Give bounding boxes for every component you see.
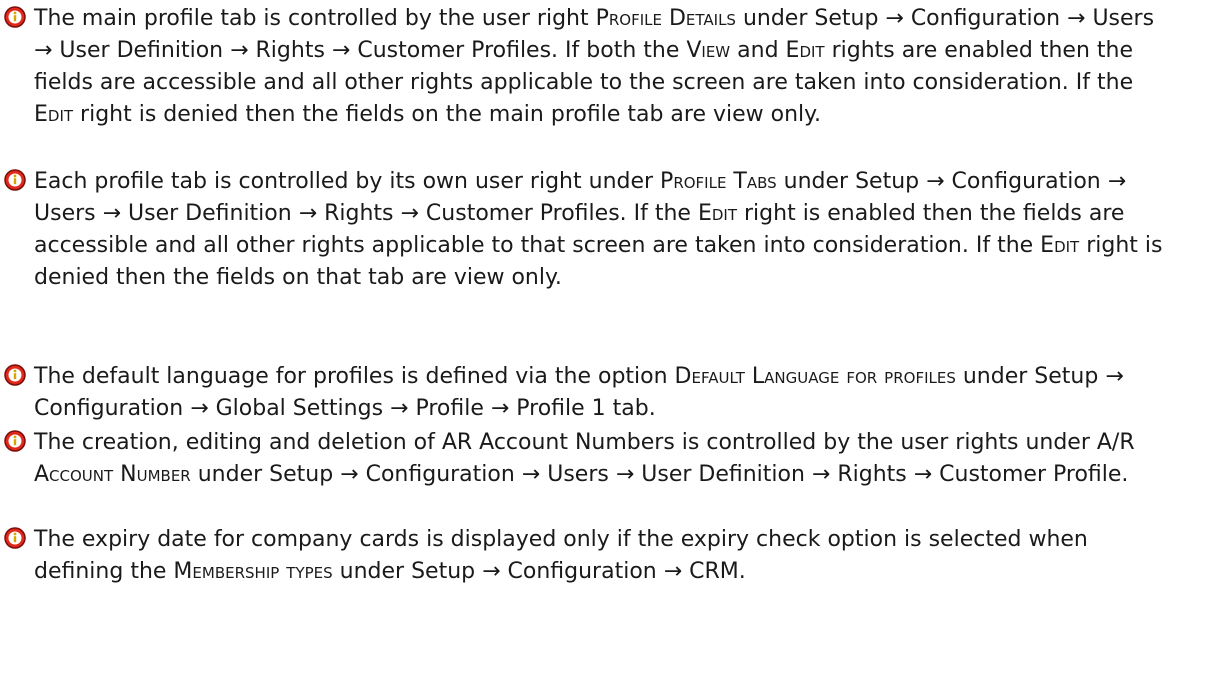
note-main-profile-tab: The main profile tab is controlled by th… bbox=[0, 3, 1174, 131]
note-text: The default language for profiles is def… bbox=[34, 364, 1124, 421]
right-name: Profile Details bbox=[595, 6, 736, 31]
info-icon bbox=[4, 430, 26, 452]
right-name: View bbox=[686, 38, 731, 63]
right-name: Edit bbox=[697, 201, 738, 226]
info-icon bbox=[4, 6, 26, 28]
note-text: Each profile tab is controlled by its ow… bbox=[34, 169, 1163, 290]
right-name: Edit bbox=[34, 102, 74, 127]
info-icon bbox=[4, 364, 26, 386]
note-default-language: The default language for profiles is def… bbox=[0, 361, 1174, 425]
note-profile-tabs: Each profile tab is controlled by its ow… bbox=[0, 166, 1174, 294]
right-name: Edit bbox=[1040, 233, 1080, 258]
right-name: Profile Tabs bbox=[660, 169, 777, 194]
right-name: Edit bbox=[785, 38, 825, 63]
note-ar-account-numbers: The creation, editing and deletion of AR… bbox=[0, 427, 1174, 491]
note-text: The creation, editing and deletion of AR… bbox=[34, 430, 1135, 487]
note-text: The main profile tab is controlled by th… bbox=[34, 6, 1155, 127]
note-company-card-expiry: The expiry date for company cards is dis… bbox=[0, 524, 1174, 588]
option-name: Default Language for profiles bbox=[674, 364, 956, 389]
option-name: Membership types bbox=[173, 559, 333, 584]
note-text: The expiry date for company cards is dis… bbox=[34, 527, 1088, 584]
info-icon bbox=[4, 169, 26, 191]
info-icon bbox=[4, 527, 26, 549]
